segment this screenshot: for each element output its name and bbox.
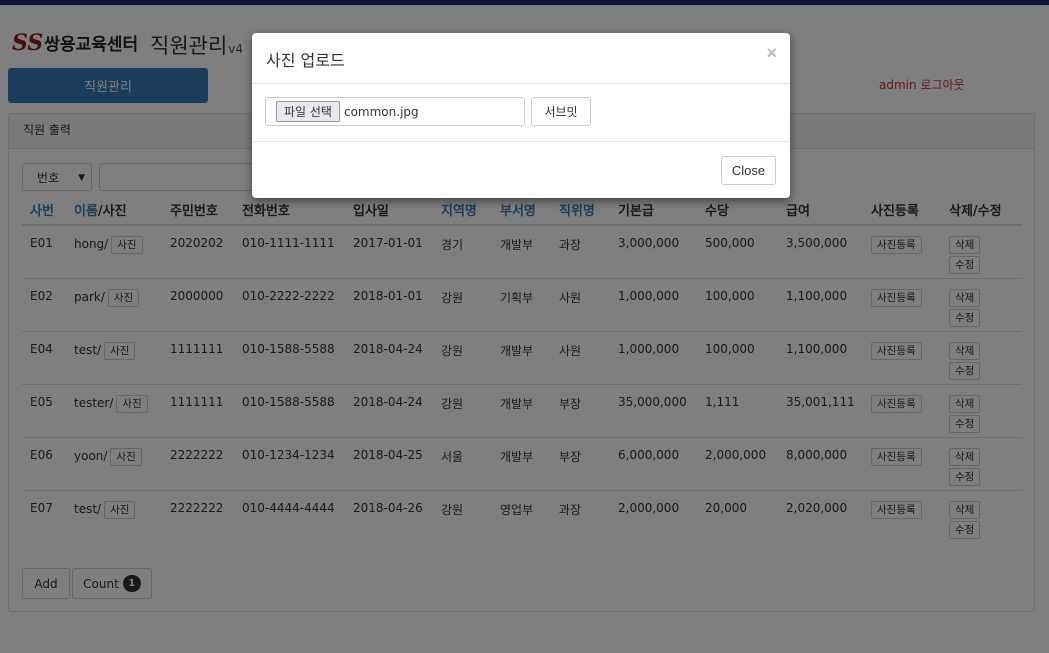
file-name: common.jpg (343, 104, 419, 119)
file-choose-button[interactable]: 파일 선택 (276, 101, 340, 122)
close-icon[interactable]: × (766, 43, 777, 64)
submit-button[interactable]: 서브밋 (531, 97, 591, 126)
modal-body: 파일 선택 common.jpg 서브밋 (252, 84, 790, 142)
file-input[interactable]: 파일 선택 common.jpg (265, 97, 525, 126)
modal-header: 사진 업로드 × (252, 33, 790, 84)
close-button[interactable]: Close (721, 156, 776, 185)
modal-title: 사진 업로드 (266, 51, 345, 70)
modal-footer: Close (252, 142, 790, 198)
photo-upload-modal: 사진 업로드 × 파일 선택 common.jpg 서브밋 Close (252, 33, 790, 198)
